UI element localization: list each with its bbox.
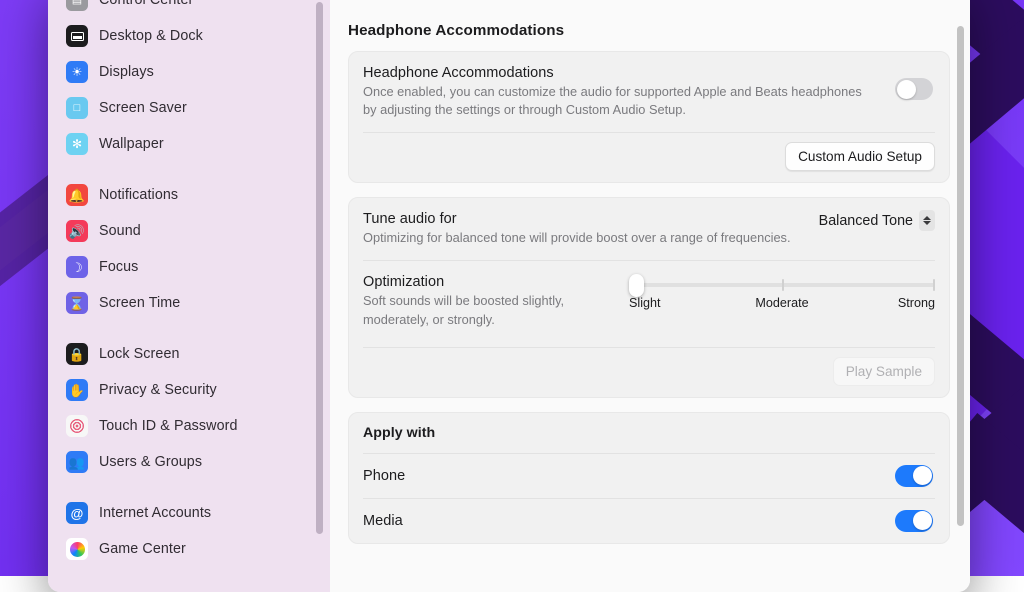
sidebar-item-label: Privacy & Security xyxy=(99,382,217,398)
privacy-security-icon: ✋ xyxy=(66,379,88,401)
sidebar-item-label: Focus xyxy=(99,259,138,275)
displays-icon: ☀ xyxy=(66,61,88,83)
notifications-icon: 🔔 xyxy=(66,184,88,206)
sidebar-item-game-center[interactable]: Game Center xyxy=(58,531,320,567)
sound-icon: 🔊 xyxy=(66,220,88,242)
sidebar-item-label: Screen Saver xyxy=(99,100,187,116)
sidebar-scrollbar[interactable] xyxy=(316,2,323,534)
apply-with-card: Apply with Phone Media xyxy=(348,412,950,544)
slider-tick-moderate xyxy=(782,279,784,291)
sidebar-group-separator xyxy=(58,321,320,336)
headphone-accommodations-toggle[interactable] xyxy=(895,78,933,100)
toggle-knob xyxy=(913,466,932,485)
apply-media-label: Media xyxy=(363,513,933,529)
sidebar-item-focus[interactable]: ☽ Focus xyxy=(58,249,320,285)
headphone-accommodations-description: Once enabled, you can customize the audi… xyxy=(363,83,873,119)
touch-id-icon xyxy=(66,415,88,437)
headphone-accommodations-label: Headphone Accommodations xyxy=(363,65,933,81)
sidebar-item-lock-screen[interactable]: 🔒 Lock Screen xyxy=(58,336,320,372)
tune-audio-description: Optimizing for balanced tone will provid… xyxy=(363,229,873,247)
headphone-accommodations-row: Headphone Accommodations Once enabled, y… xyxy=(349,52,949,132)
sidebar-item-displays[interactable]: ☀ Displays xyxy=(58,54,320,90)
sidebar-item-screen-time[interactable]: ⌛ Screen Time xyxy=(58,285,320,321)
wallpaper-icon: ✻ xyxy=(66,133,88,155)
settings-sidebar[interactable]: ▤ Control Center Desktop & Dock ☀ Displays □ S… xyxy=(48,0,330,592)
focus-icon: ☽ xyxy=(66,256,88,278)
sidebar-item-label: Touch ID & Password xyxy=(99,418,238,434)
sidebar-item-label: Sound xyxy=(99,223,141,239)
sidebar-item-control-center[interactable]: ▤ Control Center xyxy=(58,0,320,18)
tune-audio-selected-value: Balanced Tone xyxy=(819,213,913,229)
headphone-accommodations-card: Headphone Accommodations Once enabled, y… xyxy=(348,51,950,183)
slider-label-strong: Strong xyxy=(898,296,935,310)
optimization-slider[interactable]: Slight Moderate Strong xyxy=(629,275,935,312)
slider-label-moderate: Moderate xyxy=(755,296,808,310)
sidebar-item-users-groups[interactable]: 👥 Users & Groups xyxy=(58,444,320,480)
chevron-up-down-icon xyxy=(919,210,935,231)
desktop-dock-icon xyxy=(66,25,88,47)
page-title: Headphone Accommodations xyxy=(348,0,950,51)
control-center-icon: ▤ xyxy=(66,0,88,11)
lock-screen-icon: 🔒 xyxy=(66,343,88,365)
sidebar-item-privacy-security[interactable]: ✋ Privacy & Security xyxy=(58,372,320,408)
sidebar-item-label: Lock Screen xyxy=(99,346,180,362)
apply-phone-toggle[interactable] xyxy=(895,465,933,487)
sidebar-item-screen-saver[interactable]: □ Screen Saver xyxy=(58,90,320,126)
apply-media-toggle[interactable] xyxy=(895,510,933,532)
sidebar-item-sound[interactable]: 🔊 Sound xyxy=(58,213,320,249)
toggle-knob xyxy=(913,511,932,530)
tune-audio-popup-button[interactable]: Balanced Tone xyxy=(819,210,935,231)
sidebar-item-label: Screen Time xyxy=(99,295,180,311)
apply-with-header: Apply with xyxy=(349,413,949,453)
sidebar-item-touch-id-password[interactable]: Touch ID & Password xyxy=(58,408,320,444)
sidebar-item-label: Internet Accounts xyxy=(99,505,211,521)
slider-label-row: Slight Moderate Strong xyxy=(629,296,935,312)
tune-audio-card: Tune audio for Optimizing for balanced t… xyxy=(348,197,950,397)
screen-time-icon: ⌛ xyxy=(66,292,88,314)
sidebar-item-label: Wallpaper xyxy=(99,136,164,152)
sidebar-item-label: Users & Groups xyxy=(99,454,202,470)
settings-main-pane: Headphone Accommodations Headphone Accom… xyxy=(330,0,970,592)
slider-thumb[interactable] xyxy=(629,274,644,297)
game-center-icon xyxy=(66,538,88,560)
slider-tick-strong xyxy=(933,279,935,291)
sidebar-item-label: Control Center xyxy=(99,0,193,8)
sidebar-item-wallpaper[interactable]: ✻ Wallpaper xyxy=(58,126,320,162)
sidebar-item-label: Displays xyxy=(99,64,154,80)
optimization-row: Optimization Soft sounds will be boosted… xyxy=(349,261,949,346)
sidebar-item-label: Desktop & Dock xyxy=(99,28,203,44)
toggle-knob xyxy=(897,80,916,99)
tune-audio-row: Tune audio for Optimizing for balanced t… xyxy=(349,198,949,260)
main-scrollbar[interactable] xyxy=(957,26,964,526)
optimization-description: Soft sounds will be boosted slightly, mo… xyxy=(363,292,613,328)
sidebar-group-separator xyxy=(58,480,320,495)
apply-phone-row: Phone xyxy=(349,454,949,498)
internet-accounts-icon: @ xyxy=(66,502,88,524)
apply-phone-label: Phone xyxy=(363,468,933,484)
play-sample-button[interactable]: Play Sample xyxy=(833,357,935,386)
play-sample-row: Play Sample xyxy=(349,348,949,397)
screen-saver-icon: □ xyxy=(66,97,88,119)
sidebar-item-desktop-dock[interactable]: Desktop & Dock xyxy=(58,18,320,54)
sidebar-group-separator xyxy=(58,162,320,177)
sidebar-item-internet-accounts[interactable]: @ Internet Accounts xyxy=(58,495,320,531)
apply-with-label: Apply with xyxy=(363,425,933,441)
custom-audio-setup-button[interactable]: Custom Audio Setup xyxy=(785,142,935,171)
slider-label-slight: Slight xyxy=(629,296,661,310)
slider-track[interactable] xyxy=(629,283,935,287)
custom-audio-setup-row: Custom Audio Setup xyxy=(349,133,949,182)
sidebar-item-label: Notifications xyxy=(99,187,178,203)
system-settings-window: ▤ Control Center Desktop & Dock ☀ Displays □ S… xyxy=(48,0,970,592)
apply-media-row: Media xyxy=(349,499,949,543)
sidebar-item-notifications[interactable]: 🔔 Notifications xyxy=(58,177,320,213)
sidebar-item-label: Game Center xyxy=(99,541,186,557)
sidebar-item-list: ▤ Control Center Desktop & Dock ☀ Displays □ S… xyxy=(48,0,330,567)
users-groups-icon: 👥 xyxy=(66,451,88,473)
